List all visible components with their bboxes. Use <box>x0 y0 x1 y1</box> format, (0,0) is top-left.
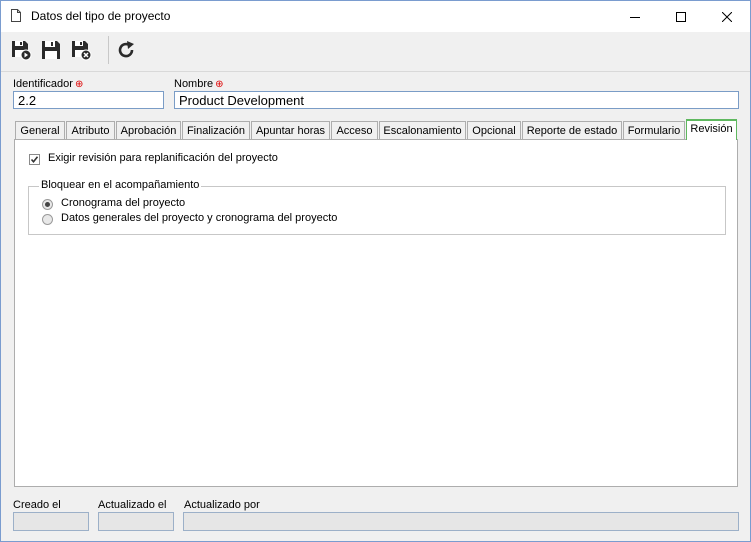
nombre-input[interactable]: Product Development <box>174 91 739 109</box>
close-icon <box>722 11 732 22</box>
dialog-window: Datos del tipo de proyecto Identificador… <box>0 0 751 542</box>
exigir-revision-checkbox[interactable] <box>29 154 40 165</box>
actualizado-por-label: Actualizado por <box>184 499 260 511</box>
tab-aprobacion[interactable]: Aprobación <box>116 121 181 139</box>
creado-field <box>13 512 89 531</box>
bloquear-group-title: Bloquear en el acompañamiento <box>39 179 202 191</box>
tab-opcional[interactable]: Opcional <box>467 121 521 139</box>
refresh-icon <box>118 41 134 58</box>
actualizado-label: Actualizado el <box>98 499 167 511</box>
cronograma-radio[interactable] <box>42 199 53 210</box>
refresh-button[interactable] <box>113 37 139 63</box>
toolbar-separator <box>108 36 109 64</box>
title-bar: Datos del tipo de proyecto <box>1 1 750 32</box>
required-icon: ⊕ <box>215 79 224 90</box>
nombre-label: Nombre ⊕ <box>174 78 224 90</box>
close-button[interactable] <box>704 1 750 32</box>
save-and-new-button[interactable] <box>8 37 34 63</box>
save-and-close-button[interactable] <box>68 37 94 63</box>
save-and-close-icon <box>72 41 92 61</box>
tab-finalizacion[interactable]: Finalización <box>182 121 250 139</box>
minimize-button[interactable] <box>612 1 658 32</box>
tab-apuntar-horas[interactable]: Apuntar horas <box>251 121 330 139</box>
minimize-icon <box>630 16 640 18</box>
revision-panel: Exigir revisión para replanificación del… <box>14 139 738 487</box>
actualizado-por-field <box>183 512 739 531</box>
tab-escalonamiento[interactable]: Escalonamiento <box>379 121 466 139</box>
save-and-new-icon <box>12 41 32 61</box>
datos-generales-label: Datos generales del proyecto y cronogram… <box>61 212 338 224</box>
maximize-icon <box>676 11 686 22</box>
tab-revision[interactable]: Revisión <box>686 119 737 140</box>
creado-label: Creado el <box>13 499 61 511</box>
window-title: Datos del tipo de proyecto <box>31 9 171 23</box>
toolbar <box>1 32 750 72</box>
checkmark-icon <box>30 156 39 164</box>
bloquear-groupbox: Bloquear en el acompañamiento Cronograma… <box>28 179 726 235</box>
required-icon: ⊕ <box>74 79 84 90</box>
document-icon <box>11 9 21 22</box>
identificador-input[interactable]: 2.2 <box>13 91 164 109</box>
cronograma-label: Cronograma del proyecto <box>61 197 186 209</box>
save-button[interactable] <box>38 37 64 63</box>
tab-acceso[interactable]: Acceso <box>331 121 378 139</box>
exigir-revision-label: Exigir revisión para replanificación del… <box>48 152 278 164</box>
tab-reporte-de-estado[interactable]: Reporte de estado <box>522 121 622 139</box>
save-icon <box>42 41 60 59</box>
tab-atributo[interactable]: Atributo <box>66 121 115 139</box>
tab-general[interactable]: General <box>15 121 65 139</box>
maximize-button[interactable] <box>658 1 704 32</box>
identificador-label: Identificador ⊕ <box>13 78 84 90</box>
tab-formulario[interactable]: Formulario <box>623 121 685 139</box>
actualizado-field <box>98 512 174 531</box>
datos-generales-radio[interactable] <box>42 214 53 225</box>
